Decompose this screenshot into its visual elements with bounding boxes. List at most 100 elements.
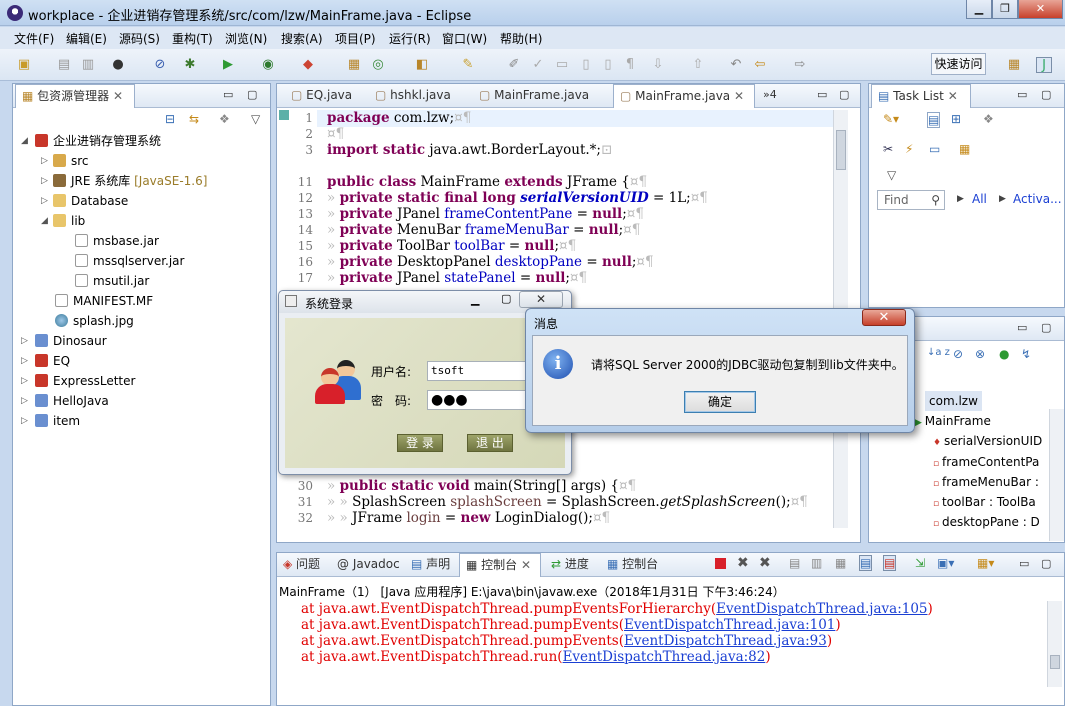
collapse-all-icon[interactable]: ⊟ — [165, 112, 175, 126]
menu-file[interactable]: 文件(F) — [14, 30, 54, 47]
maximize-view-icon[interactable]: ▢ — [839, 88, 849, 101]
tab-task-list[interactable]: ▤ Task List ✕ — [871, 84, 971, 108]
tree-item[interactable]: msbase.jar — [75, 231, 159, 251]
hide-fields-icon[interactable]: ⊘ — [953, 347, 963, 361]
outline-item[interactable]: ▫ toolBar : ToolBa — [933, 492, 1036, 512]
remove-all-icon[interactable]: ✖ — [759, 555, 771, 571]
outline-item[interactable]: com.lzw — [925, 391, 982, 411]
password-input[interactable]: ●●● — [427, 390, 527, 410]
tree-item[interactable]: msutil.jar — [75, 271, 149, 291]
stack-link[interactable]: EventDispatchThread.java:101 — [624, 617, 835, 633]
sort-icon[interactable]: ↓a z — [927, 347, 950, 358]
open-type-icon[interactable]: ◧ — [414, 57, 430, 73]
menu-search[interactable]: 搜索(A) — [281, 30, 323, 47]
word-wrap-icon[interactable]: ▦ — [835, 556, 846, 570]
close-icon[interactable]: ✕ — [734, 89, 744, 103]
outline-item[interactable]: ▫ frameMenuBar : — [933, 472, 1039, 492]
tab-javadoc[interactable]: @ Javadoc — [331, 553, 406, 577]
tab-console[interactable]: ▦ 控制台 ✕ — [459, 553, 541, 577]
minimize-view-icon[interactable]: ▭ — [1017, 88, 1027, 101]
scroll-lock-icon[interactable]: ▥ — [811, 556, 822, 570]
tab-mainframe-java-1[interactable]: ▢ MainFrame.java — [473, 84, 595, 108]
tree-item[interactable]: Database — [53, 191, 128, 211]
tree-item[interactable]: 企业进销存管理系统 — [35, 131, 161, 151]
view-menu-icon[interactable]: ▽ — [251, 112, 260, 126]
close-button[interactable]: ✕ — [862, 309, 906, 326]
hide-local-types-icon[interactable]: ↯ — [1021, 347, 1031, 361]
tree-item[interactable]: lib — [53, 211, 85, 231]
show-whitespace-icon[interactable]: ▯ — [600, 57, 616, 73]
display-console-icon[interactable]: ▣▾ — [937, 556, 954, 570]
activate-link[interactable]: Activa... — [1013, 192, 1062, 206]
categorize-icon[interactable]: ▤ — [927, 112, 941, 128]
new-icon[interactable]: ▣ — [16, 57, 32, 73]
prev-annotation-icon[interactable]: ⇧ — [690, 57, 706, 73]
search-icon[interactable]: ✎ — [460, 57, 476, 73]
close-icon[interactable]: ✕ — [521, 558, 531, 572]
minimize-button[interactable]: ▁ — [966, 0, 992, 19]
external-tools-icon[interactable]: ◆ — [300, 57, 316, 73]
sync-icon[interactable]: ⚡ — [905, 142, 913, 156]
last-edit-icon[interactable]: ↶ — [728, 57, 744, 73]
close-button[interactable]: ✕ — [519, 291, 563, 308]
clear-console-icon[interactable]: ▤ — [789, 556, 800, 570]
repository-icon[interactable]: ▦ — [959, 142, 970, 156]
run-icon[interactable]: ▶ — [220, 57, 236, 73]
show-stdout-icon[interactable]: ▤ — [859, 555, 873, 571]
menu-run[interactable]: 运行(R) — [389, 30, 431, 47]
maximize-view-icon[interactable]: ▢ — [1041, 88, 1051, 101]
paragraph-icon[interactable]: ¶ — [622, 57, 638, 73]
tab-console-2[interactable]: ▦ 控制台 — [601, 553, 664, 577]
menu-source[interactable]: 源码(S) — [119, 30, 160, 47]
terminate-icon[interactable] — [715, 558, 726, 569]
tab-eq-java[interactable]: ▢ EQ.java — [285, 84, 358, 108]
exit-button[interactable]: 退 出 — [467, 434, 513, 452]
stack-link[interactable]: EventDispatchThread.java:93 — [624, 633, 827, 649]
hide-static-icon[interactable]: ⊗ — [975, 347, 985, 361]
username-input[interactable]: tsoft — [427, 361, 527, 381]
tree-item[interactable]: Dinosaur — [35, 331, 107, 351]
java-perspective-icon[interactable]: J — [1036, 57, 1052, 73]
tree-item[interactable]: mssqlserver.jar — [75, 251, 184, 271]
block-select-icon[interactable]: ▭ — [554, 57, 570, 73]
tab-overflow[interactable]: »4 — [757, 84, 783, 108]
stack-link[interactable]: EventDispatchThread.java:105 — [716, 601, 927, 617]
maximize-view-icon[interactable]: ▢ — [247, 88, 257, 101]
new-java-project-icon[interactable]: ▦ — [346, 57, 362, 73]
back-icon[interactable]: ⇦ — [752, 57, 768, 73]
tab-progress[interactable]: ⇄ 进度 — [545, 553, 595, 577]
scroll-thumb[interactable] — [836, 130, 846, 170]
stack-link[interactable]: EventDispatchThread.java:82 — [563, 649, 766, 665]
save-icon[interactable]: ▤ — [56, 57, 72, 73]
maximize-button[interactable]: ❐ — [992, 0, 1018, 19]
remove-launch-icon[interactable]: ✖ — [737, 555, 749, 571]
tree-item[interactable]: src — [53, 151, 89, 171]
forward-icon[interactable]: ⇨ — [792, 57, 808, 73]
next-annotation-icon[interactable]: ⇩ — [650, 57, 666, 73]
menu-edit[interactable]: 编辑(E) — [66, 30, 107, 47]
tree-item[interactable]: EQ — [35, 351, 70, 371]
view-menu-icon[interactable]: ▽ — [887, 168, 896, 182]
scheduled-icon[interactable]: ⊞ — [951, 112, 961, 126]
open-perspective-icon[interactable]: ▦ — [1006, 57, 1022, 73]
login-button[interactable]: 登 录 — [397, 434, 443, 452]
link-editor-icon[interactable]: ⇆ — [189, 112, 199, 126]
all-link[interactable]: All — [972, 192, 987, 206]
skip-breakpoints-icon[interactable]: ⊘ — [152, 57, 168, 73]
hide-nonpublic-icon[interactable]: ● — [999, 347, 1009, 361]
minimize-view-icon[interactable]: ▭ — [1017, 321, 1027, 334]
tree-item[interactable]: splash.jpg — [55, 311, 134, 331]
tree-item[interactable]: ExpressLetter — [35, 371, 135, 391]
console-scrollbar[interactable] — [1047, 601, 1062, 687]
new-task-icon[interactable]: ✎▾ — [883, 112, 899, 126]
scroll-thumb[interactable] — [1050, 655, 1060, 669]
tree-item[interactable]: JRE 系统库 [JavaSE-1.6] — [53, 171, 207, 191]
debug-perspective-icon[interactable]: ● — [110, 57, 126, 73]
tab-declaration[interactable]: ▤ 声明 — [405, 553, 456, 577]
open-console-icon[interactable]: ▦▾ — [977, 556, 994, 570]
close-icon[interactable]: ✕ — [113, 89, 123, 103]
focus-icon[interactable]: ❖ — [219, 112, 230, 126]
quick-access-input[interactable]: 快速访问 — [931, 53, 986, 75]
save-all-icon[interactable]: ▥ — [80, 57, 96, 73]
find-input[interactable]: Find ⚲ — [877, 190, 945, 210]
